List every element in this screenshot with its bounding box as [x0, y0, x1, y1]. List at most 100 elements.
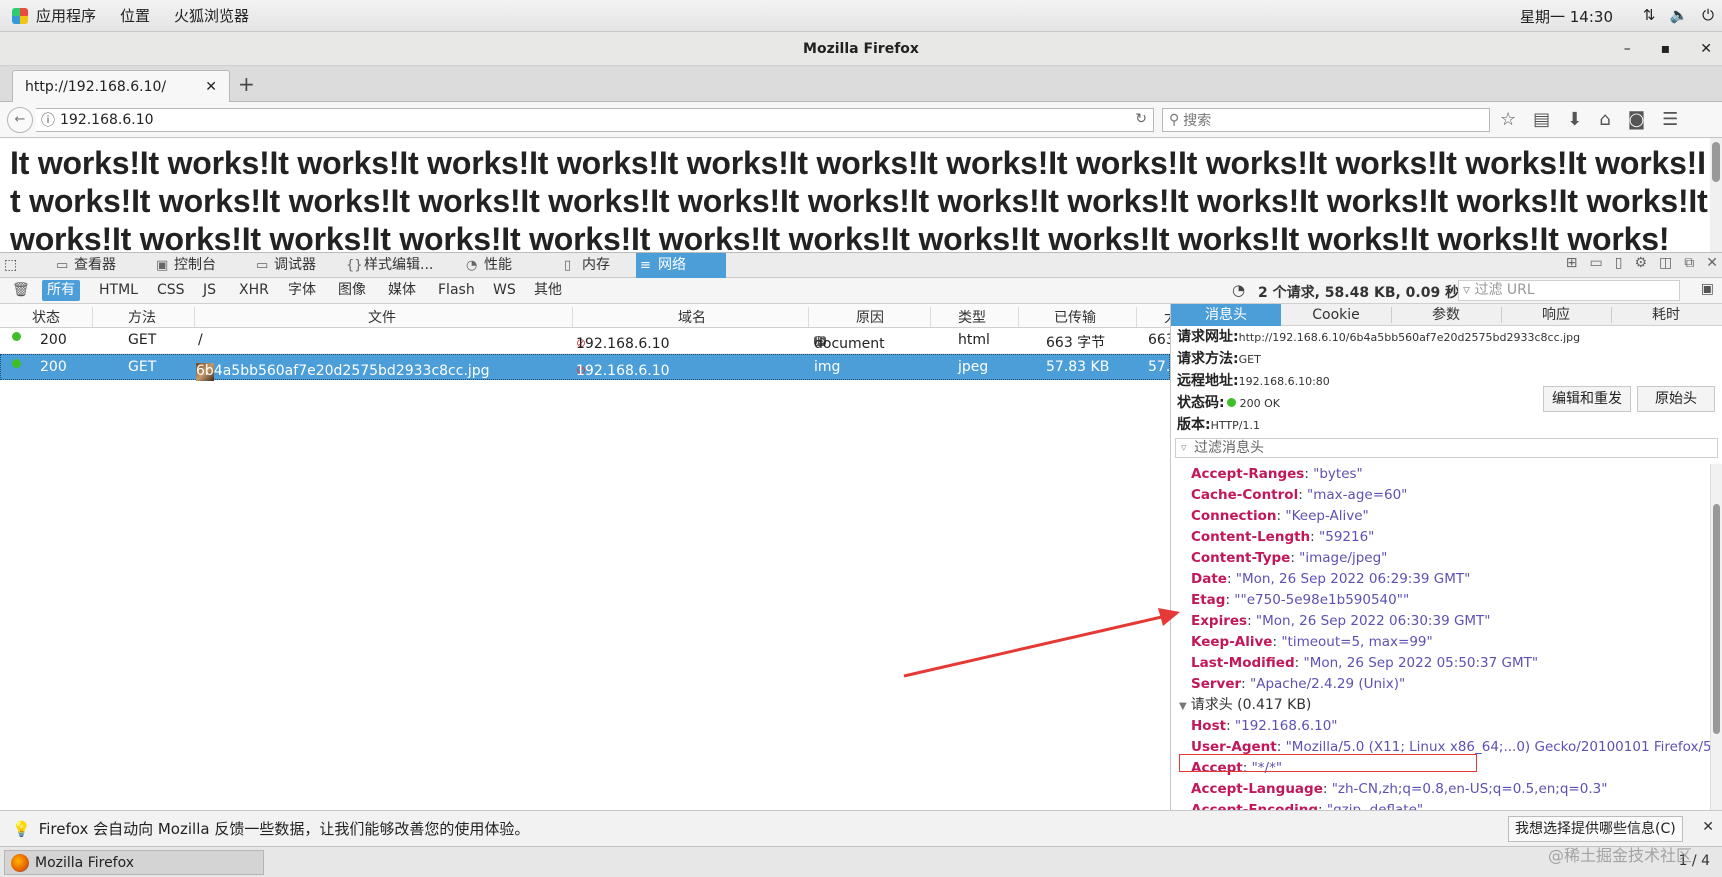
filter-all[interactable]: 所有	[42, 280, 80, 301]
header-line[interactable]: Host: "192.168.6.10"	[1171, 716, 1711, 737]
places-menu[interactable]: 位置	[108, 0, 162, 31]
header-key: Content-Type	[1191, 550, 1291, 566]
tab-title: http://192.168.6.10/	[25, 78, 167, 95]
toolbar-icons: ☆ ▤ ⬇ ⌂ ◙ ☰	[1500, 109, 1678, 130]
filter-xhr[interactable]: XHR	[234, 280, 274, 301]
bookmark-star-icon[interactable]: ☆	[1500, 109, 1516, 130]
download-icon[interactable]: ⬇	[1567, 109, 1582, 130]
header-line[interactable]: Content-Type: "image/jpeg"	[1171, 548, 1711, 569]
request-row[interactable]: 200 GET / ⊘ 192.168.6.10 JS document html …	[0, 328, 1170, 354]
browser-tab[interactable]: http://192.168.6.10/ ✕	[12, 70, 230, 102]
notification-text: Firefox 会自动向 Mozilla 反馈一些数据，让我们能够改善您的使用体…	[38, 820, 530, 838]
filter-images[interactable]: 图像	[333, 280, 371, 301]
raw-headers-button[interactable]: 原始头	[1637, 386, 1715, 412]
clock[interactable]: 星期一 14:30	[1520, 6, 1613, 27]
filter-flash[interactable]: Flash	[433, 280, 480, 301]
header-line[interactable]: Connection: "Keep-Alive"	[1171, 506, 1711, 527]
split-layout-icon[interactable]: ⊞	[1566, 255, 1578, 271]
maximize-icon[interactable]: ▪	[1661, 41, 1671, 57]
header-line[interactable]: Accept-Language: "zh-CN,zh;q=0.8,en-US;q…	[1171, 779, 1711, 800]
applications-menu[interactable]: 应用程序	[0, 0, 108, 31]
tab-close-icon[interactable]: ✕	[205, 79, 217, 95]
tab-style-editor[interactable]: {} 样式编辑...	[342, 253, 433, 278]
pick-element-icon[interactable]: ⬚	[4, 253, 17, 278]
tab-performance[interactable]: ◔ 性能	[462, 253, 512, 278]
filter-css[interactable]: CSS	[152, 280, 190, 301]
header-line[interactable]: Accept-Encoding: "gzip, deflate"	[1171, 800, 1711, 810]
col-type[interactable]: 类型	[958, 307, 986, 327]
tab-debugger[interactable]: ▭ 调试器	[252, 253, 316, 278]
filter-other[interactable]: 其他	[529, 280, 567, 301]
minimize-icon[interactable]: –	[1624, 41, 1631, 57]
search-placeholder: 搜索	[1183, 113, 1212, 129]
filter-ws[interactable]: WS	[488, 280, 521, 301]
undock-icon[interactable]: ⧉	[1684, 255, 1694, 271]
header-line[interactable]: Etag: ""e750-5e98e1b590540""	[1171, 590, 1711, 611]
choose-info-button[interactable]: 我想选择提供哪些信息(C)	[1508, 816, 1683, 842]
col-file[interactable]: 文件	[368, 307, 396, 327]
performance-analysis-icon[interactable]: ◔	[1232, 281, 1245, 299]
trash-icon[interactable]: 🗑	[12, 282, 30, 298]
tab-memory[interactable]: ▯ 内存	[560, 253, 610, 278]
screenshot-icon[interactable]: ▯	[1615, 255, 1623, 271]
col-cause[interactable]: 原因	[856, 307, 884, 327]
tab-cookie[interactable]: Cookie	[1281, 304, 1391, 326]
reading-list-icon[interactable]: ▤	[1533, 109, 1550, 130]
col-status[interactable]: 状态	[32, 307, 60, 327]
filter-media[interactable]: 媒体	[383, 280, 421, 301]
devtools-close-icon[interactable]: ✕	[1706, 255, 1718, 271]
header-line[interactable]: Last-Modified: "Mon, 26 Sep 2022 05:50:3…	[1171, 653, 1711, 674]
header-line[interactable]: Server: "Apache/2.4.29 (Unix)"	[1171, 674, 1711, 695]
header-line[interactable]: Expires: "Mon, 26 Sep 2022 06:30:39 GMT"	[1171, 611, 1711, 632]
responsive-icon[interactable]: ▭	[1590, 255, 1603, 271]
col-method[interactable]: 方法	[128, 307, 156, 327]
page-scrollbar[interactable]	[1710, 138, 1722, 252]
close-icon[interactable]: ✕	[1700, 41, 1712, 57]
hamburger-menu-icon[interactable]: ☰	[1662, 109, 1678, 130]
expires-highlight-box	[1179, 754, 1477, 772]
search-input[interactable]: ⚲ 搜索	[1162, 108, 1490, 132]
header-value: "Mozilla/5.0 (X11; Linux x86_64;...0) Ge…	[1285, 739, 1711, 755]
edit-resend-button[interactable]: 编辑和重发	[1543, 386, 1631, 412]
tab-timings[interactable]: 耗时	[1611, 304, 1721, 326]
header-line[interactable]: Accept-Ranges: "bytes"	[1171, 464, 1711, 485]
settings-gear-icon[interactable]: ⚙	[1634, 255, 1647, 271]
filter-html[interactable]: HTML	[94, 280, 143, 301]
filter-js[interactable]: JS	[198, 280, 221, 301]
dock-side-icon[interactable]: ◫	[1659, 255, 1672, 271]
funnel-icon: ▿	[1181, 441, 1187, 454]
header-line[interactable]: Date: "Mon, 26 Sep 2022 06:29:39 GMT"	[1171, 569, 1711, 590]
tab-params[interactable]: 参数	[1391, 304, 1501, 326]
taskbar-firefox-item[interactable]: Mozilla Firefox	[4, 850, 264, 875]
pocket-icon[interactable]: ◙	[1628, 109, 1645, 130]
notification-close-icon[interactable]: ✕	[1702, 819, 1714, 835]
volume-icon: 🔈	[1669, 6, 1689, 24]
info-icon[interactable]: ⓘ	[36, 110, 60, 130]
header-key: Accept-Language	[1191, 781, 1323, 797]
tab-response[interactable]: 响应	[1501, 304, 1611, 326]
headers-scrollbar[interactable]	[1710, 464, 1722, 810]
tab-headers[interactable]: 消息头	[1171, 304, 1281, 326]
request-headers-section[interactable]: ▼ 请求头 (0.417 KB)	[1171, 695, 1711, 716]
new-tab-icon[interactable]: +	[238, 72, 255, 96]
filter-headers-input[interactable]: ▿ 过滤消息头	[1175, 438, 1718, 458]
filter-url-input[interactable]: ▿ 过滤 URL	[1458, 280, 1680, 301]
header-line[interactable]: Cache-Control: "max-age=60"	[1171, 485, 1711, 506]
header-line[interactable]: Content-Length: "59216"	[1171, 527, 1711, 548]
system-tray[interactable]: ⇅ 🔈 ⏻	[1643, 6, 1714, 24]
firefox-app-menu[interactable]: 火狐浏览器	[162, 0, 261, 31]
tab-network[interactable]: ≡ 网络	[636, 253, 726, 278]
filter-fonts[interactable]: 字体	[283, 280, 321, 301]
col-domain[interactable]: 域名	[678, 307, 706, 327]
url-bar[interactable]: ⓘ 192.168.6.10 ↻	[36, 108, 1154, 132]
back-arrow-icon[interactable]: ←	[7, 107, 33, 133]
tab-inspector[interactable]: ▭ 查看器	[52, 253, 116, 278]
home-icon[interactable]: ⌂	[1599, 109, 1610, 130]
header-key: Etag	[1191, 592, 1226, 608]
request-row-selected[interactable]: 200 GET 6b4a5bb560af7e20d2575bd2933c8cc.…	[0, 354, 1170, 381]
toggle-sidebar-icon[interactable]: ▣	[1701, 281, 1714, 297]
col-transferred[interactable]: 已传输	[1054, 307, 1096, 327]
tab-console[interactable]: ▣ 控制台	[152, 253, 216, 278]
header-line[interactable]: Keep-Alive: "timeout=5, max=99"	[1171, 632, 1711, 653]
reload-icon[interactable]: ↻	[1135, 111, 1147, 127]
